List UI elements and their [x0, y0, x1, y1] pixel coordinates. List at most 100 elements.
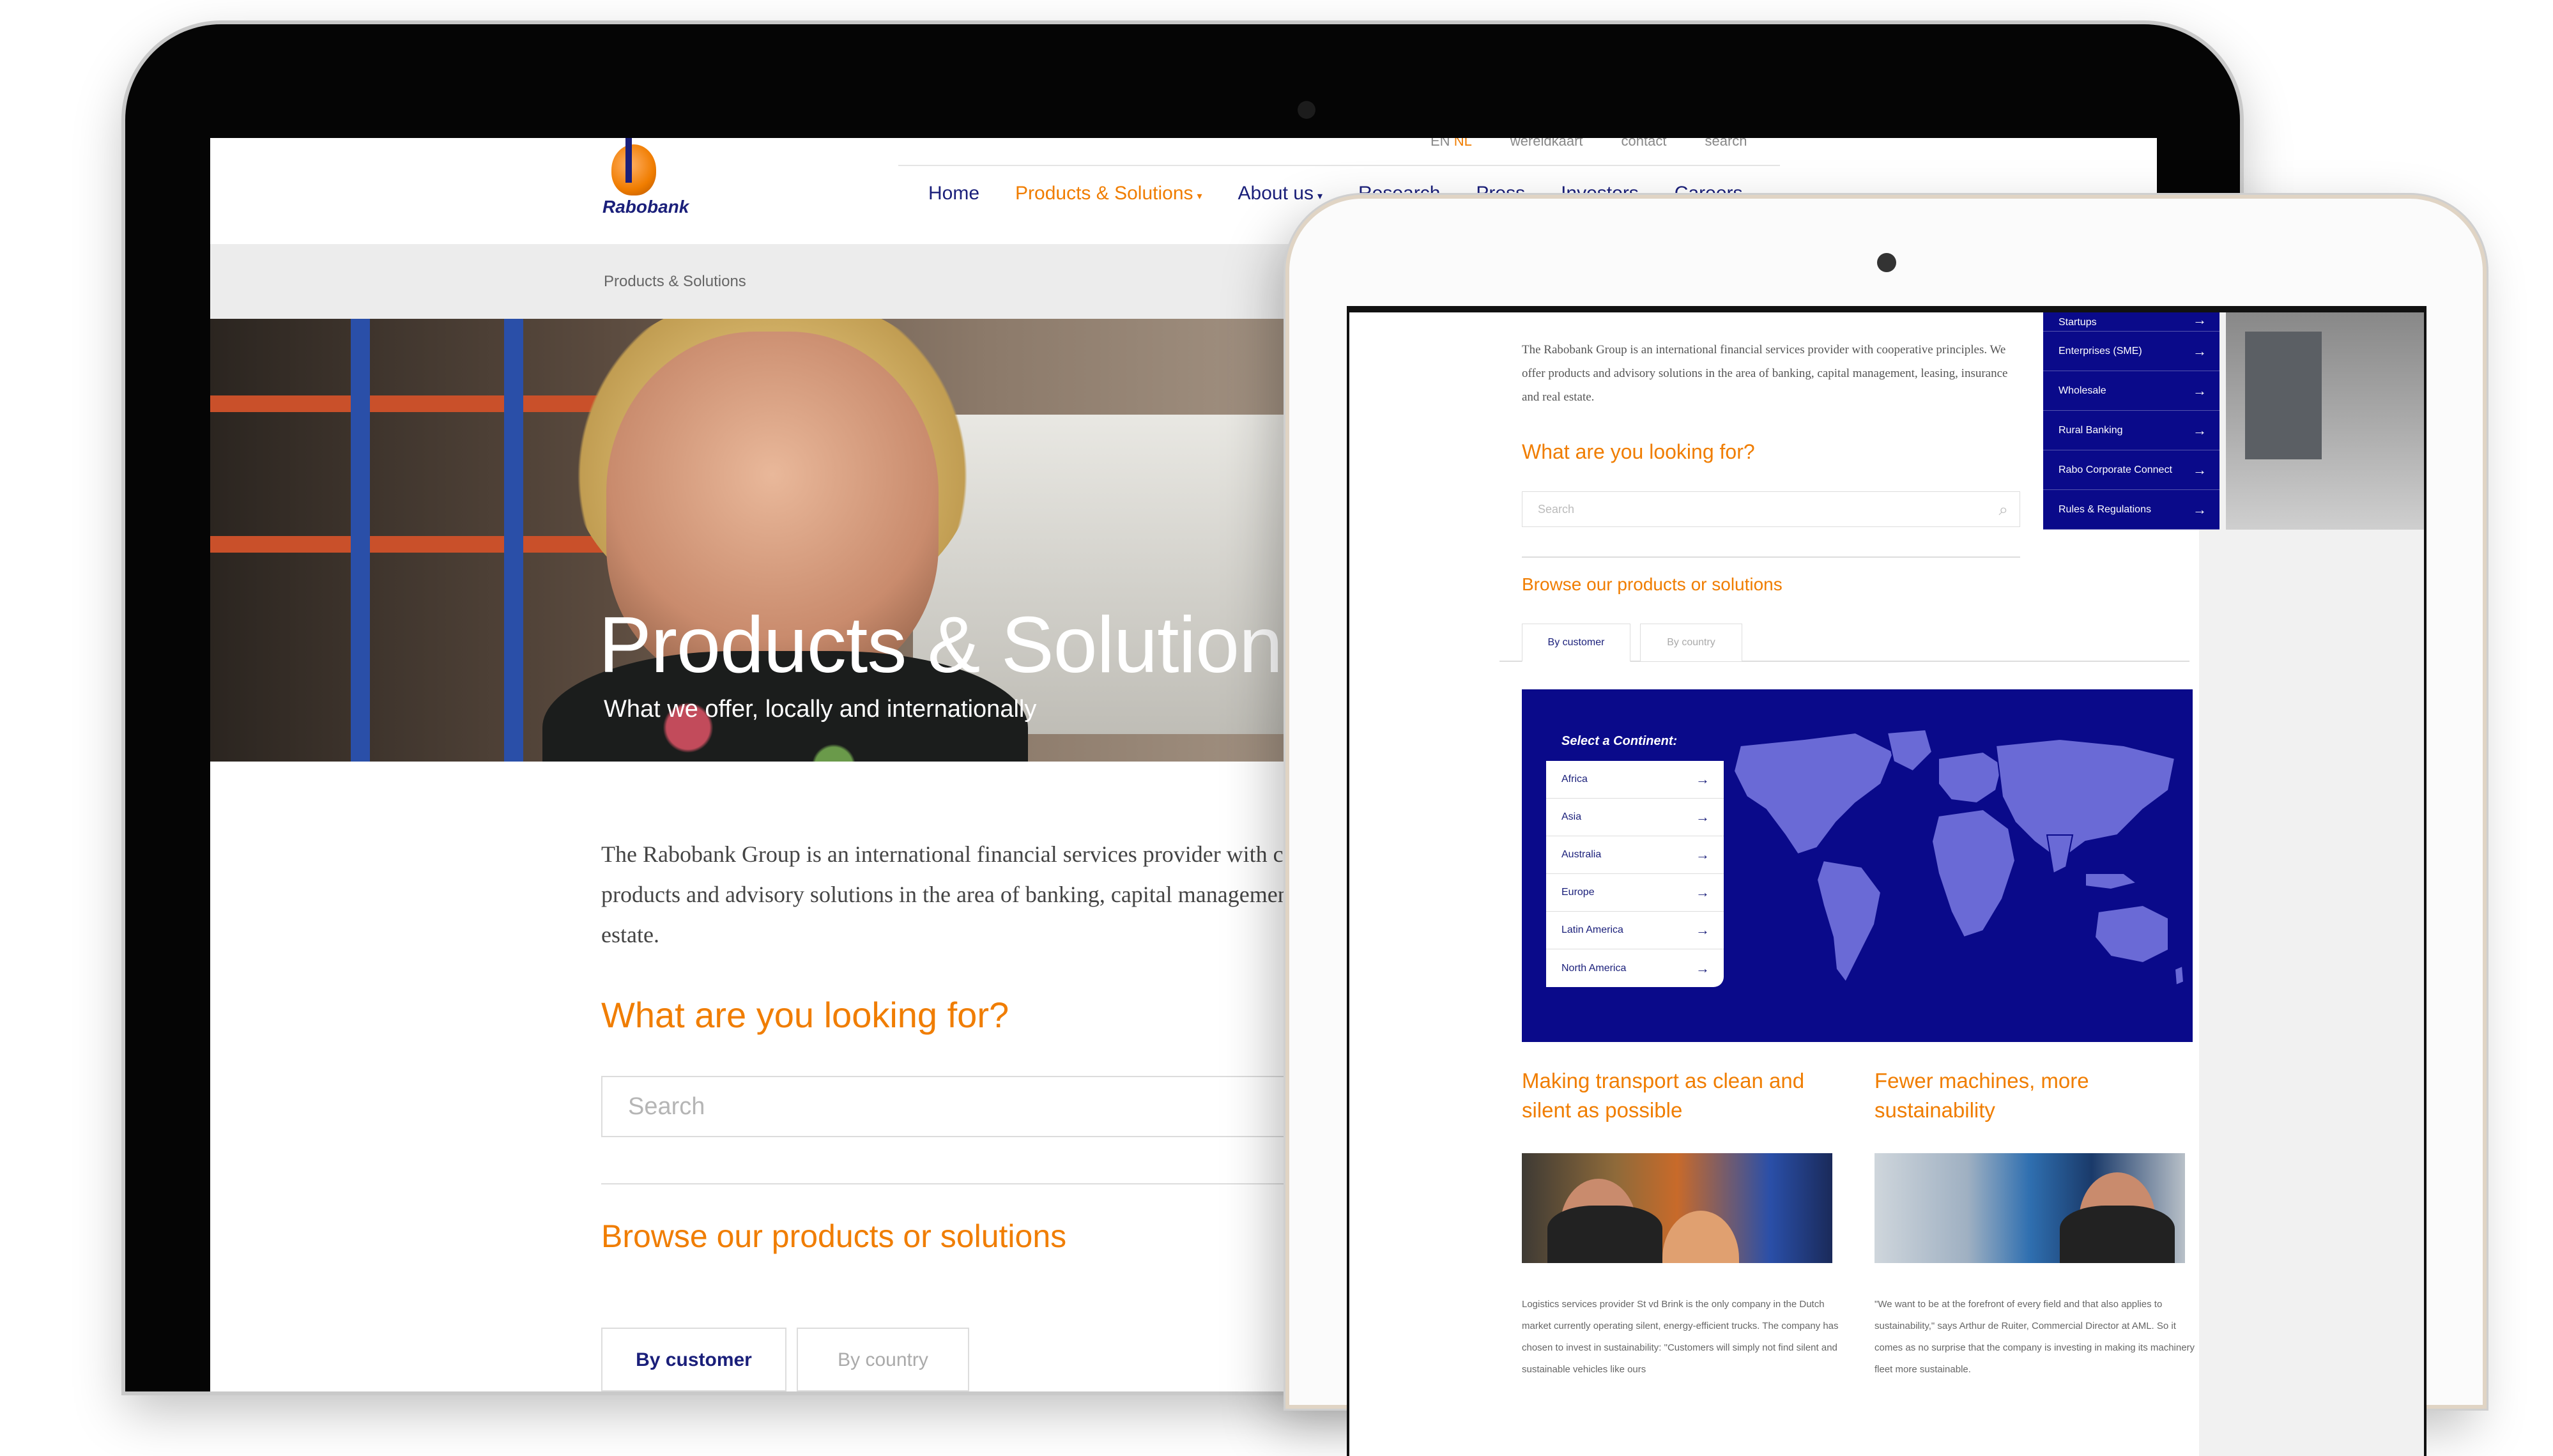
continent-item-asia[interactable]: Asia → — [1546, 799, 1724, 836]
search-input[interactable] — [1522, 492, 2020, 526]
map-africa — [1931, 808, 2016, 939]
contact-link[interactable]: contact — [1621, 138, 1667, 149]
rabobank-logo[interactable]: Rabobank — [601, 138, 689, 240]
warehouse-photo — [2226, 312, 2424, 530]
arrow-right-icon: → — [2193, 501, 2207, 517]
story-title[interactable]: Making transport as clean and silent as … — [1522, 1066, 1841, 1125]
tab-by-customer[interactable]: By customer — [1522, 624, 1630, 662]
continent-item-europe[interactable]: Europe → — [1546, 874, 1724, 912]
arrow-right-icon: → — [1696, 809, 1710, 825]
map-north-america — [1733, 732, 1895, 855]
hero-title: Products & Solutions — [599, 601, 1322, 689]
language-switch: EN NL — [1430, 138, 1472, 149]
continent-label: Asia — [1561, 811, 1582, 822]
arrow-right-icon: → — [1696, 847, 1710, 862]
sub-menu-label: Wholesale — [2058, 385, 2106, 396]
map-india — [2046, 834, 2074, 875]
camera-icon — [1298, 101, 1315, 119]
map-australia — [2094, 904, 2169, 964]
continent-item-australia[interactable]: Australia → — [1546, 836, 1724, 874]
story-image[interactable] — [1874, 1153, 2185, 1263]
continent-item-north-america[interactable]: North America → — [1546, 949, 1724, 987]
map-south-america — [1816, 859, 1882, 983]
browse-heading: Browse our products or solutions — [601, 1218, 1067, 1254]
tab-by-customer[interactable]: By customer — [601, 1328, 786, 1391]
arrow-right-icon: → — [1696, 960, 1710, 976]
warehouse-rack — [351, 319, 370, 762]
sub-menu-item[interactable]: Rabo Corporate Connect → — [2043, 450, 2220, 490]
search-field[interactable]: ⌕ — [1522, 491, 2020, 527]
arrow-right-icon: → — [2193, 382, 2207, 399]
continent-heading: Select a Continent: — [1546, 719, 1724, 761]
photo-person — [1662, 1211, 1739, 1263]
story-card[interactable]: Making transport as clean and silent as … — [1522, 1066, 1841, 1381]
story-image[interactable] — [1522, 1153, 1832, 1263]
warehouse-rack — [210, 536, 619, 553]
chevron-down-icon: ▾ — [1317, 191, 1322, 202]
nav-about-us[interactable]: About us ▾ — [1238, 183, 1322, 204]
sub-menu-item[interactable]: Enterprises (SME) → — [2043, 332, 2220, 371]
photo-door — [2245, 332, 2322, 459]
sub-menu-item[interactable]: Rural Banking → — [2043, 411, 2220, 450]
continent-label: Australia — [1561, 849, 1602, 860]
breadcrumb[interactable]: Products & Solutions — [604, 273, 746, 291]
continent-item-latin-america[interactable]: Latin America → — [1546, 912, 1724, 949]
map-asia — [1995, 738, 2176, 862]
tab-by-country[interactable]: By country — [797, 1328, 969, 1391]
sub-menu-item[interactable]: Wholesale → — [2043, 371, 2220, 411]
world-map-link[interactable]: wereldkaart — [1510, 138, 1583, 149]
map-indonesia — [2085, 873, 2138, 891]
arrow-right-icon: → — [2193, 461, 2207, 478]
continent-map-panel: Select a Continent: Africa → Asia → Austra… — [1522, 689, 2193, 1042]
search-heading: What are you looking for? — [601, 995, 1009, 1035]
nav-home[interactable]: Home — [928, 183, 979, 204]
camera-icon — [1877, 253, 1896, 272]
continent-label: Africa — [1561, 774, 1588, 785]
intro-text: The Rabobank Group is an international f… — [1522, 343, 2008, 404]
world-map-icon[interactable] — [1728, 726, 2188, 1027]
tablet-screen: Startups → Enterprises (SME) → Wholesale → … — [1347, 306, 2426, 1456]
lang-nl-link[interactable]: NL — [1454, 138, 1472, 149]
sub-menu-item[interactable]: Startups → — [2043, 312, 2220, 332]
nav-label: Products & Solutions — [1015, 183, 1193, 204]
search-heading: What are you looking for? — [1522, 440, 1755, 463]
logo-mark-icon — [611, 144, 656, 195]
sub-menu-label: Rural Banking — [2058, 424, 2123, 436]
arrow-right-icon: → — [2193, 422, 2207, 438]
arrow-right-icon: → — [1696, 884, 1710, 900]
logo-figure-icon — [625, 138, 632, 183]
sub-menu-label: Enterprises (SME) — [2058, 345, 2142, 356]
continent-label: Latin America — [1561, 924, 1623, 935]
search-link[interactable]: search — [1705, 138, 1747, 149]
story-text: Logistics services provider St vd Brink … — [1522, 1299, 1839, 1375]
lang-en-link[interactable]: EN — [1430, 138, 1450, 149]
chevron-down-icon: ▾ — [1197, 191, 1202, 202]
story-text: "We want to be at the forefront of every… — [1874, 1299, 2195, 1375]
nav-products-solutions[interactable]: Products & Solutions ▾ — [1015, 183, 1202, 204]
sub-menu-label: Rules & Regulations — [2058, 503, 2151, 515]
warehouse-rack — [210, 395, 619, 412]
hero-subtitle: What we offer, locally and international… — [604, 696, 1037, 723]
continent-selector: Select a Continent: Africa → Asia → Austra… — [1546, 719, 1724, 987]
arrow-right-icon: → — [2193, 312, 2207, 328]
map-europe — [1938, 751, 2004, 804]
warehouse-rack — [504, 319, 523, 762]
continent-item-africa[interactable]: Africa → — [1546, 761, 1724, 799]
photo-jacket — [2060, 1206, 2175, 1263]
browse-heading: Browse our products or solutions — [1522, 574, 1782, 594]
search-icon[interactable]: ⌕ — [1998, 500, 2008, 520]
story-title[interactable]: Fewer machines, more sustainability — [1874, 1066, 2194, 1125]
sub-menu-label: Rabo Corporate Connect — [2058, 464, 2172, 475]
utility-nav: EN NL wereldkaart contact search — [1430, 138, 1747, 149]
arrow-right-icon: → — [2193, 342, 2207, 359]
arrow-right-icon: → — [1696, 922, 1710, 938]
continent-label: Europe — [1561, 887, 1595, 898]
photo-jacket — [1547, 1206, 1662, 1263]
section-divider — [1522, 556, 2020, 558]
nav-label: About us — [1238, 183, 1314, 204]
tab-by-country[interactable]: By country — [1640, 624, 1742, 662]
sub-menu-item[interactable]: Rules & Regulations → — [2043, 490, 2220, 530]
customer-sub-menu: Startups → Enterprises (SME) → Wholesale → … — [2043, 312, 2220, 530]
story-card[interactable]: Fewer machines, more sustainability "We … — [1874, 1066, 2195, 1381]
nav-divider — [898, 165, 1780, 166]
